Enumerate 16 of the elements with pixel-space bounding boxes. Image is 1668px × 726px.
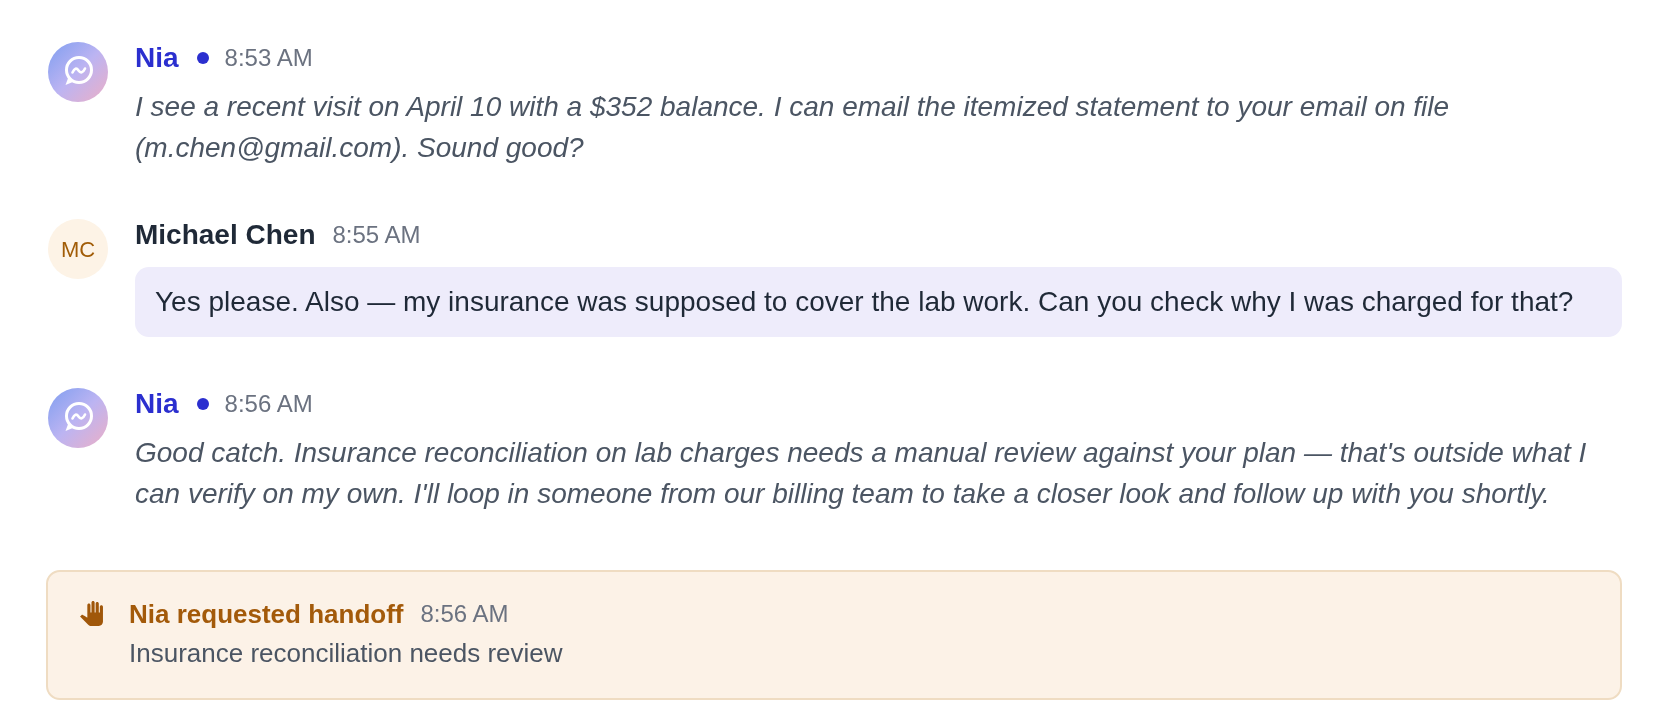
handoff-reason: Insurance reconciliation needs review bbox=[129, 637, 563, 670]
author-name: Michael Chen bbox=[135, 218, 316, 252]
message-text: I see a recent visit on April 10 with a $352 balance. I can email the itemized statement to your email on file (m.chen@gmail.com). Sound good? bbox=[135, 90, 1451, 165]
message-text: Good catch. Insurance reconciliation on lab charges needs a manual review against your plan — that's outside what I can verify on my own. I'll loop in someone from our billing team to take a closer look and follow up with you shortly. bbox=[135, 436, 1588, 511]
timestamp: 8:56 AM bbox=[224, 389, 313, 419]
chat-bubble-avatar-icon bbox=[48, 388, 108, 448]
timestamp: 8:56 AM bbox=[420, 599, 509, 629]
timestamp: 8:53 AM bbox=[224, 43, 313, 73]
author-name: Nia bbox=[135, 41, 179, 75]
author-name: Nia bbox=[135, 387, 179, 421]
timestamp: 8:55 AM bbox=[332, 220, 421, 250]
handoff-title: Nia requested handoff bbox=[129, 598, 404, 631]
raised-hand-icon bbox=[79, 601, 104, 626]
message-bubble: Yes please. Also — my insurance was supposed to cover the lab work. Can you check why I was charged for that? bbox=[135, 267, 1622, 337]
avatar: MC bbox=[48, 219, 108, 279]
chat-bubble-avatar-icon bbox=[48, 42, 108, 102]
